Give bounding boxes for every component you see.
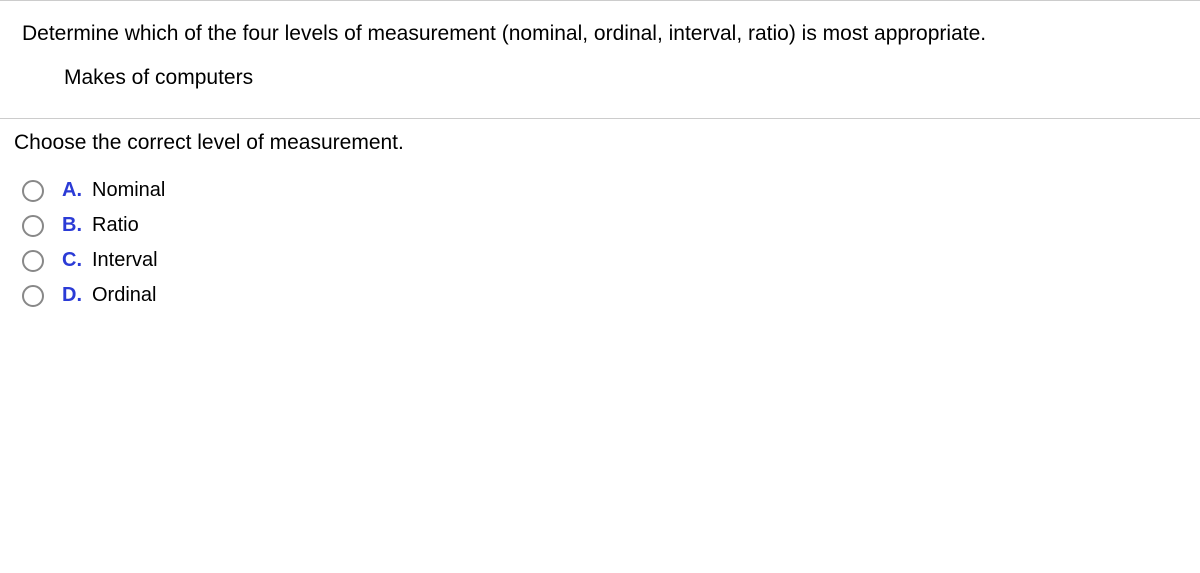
question-block: Determine which of the four levels of me… — [0, 1, 1200, 104]
option-letter: A. — [62, 179, 92, 202]
option-a[interactable]: A. Nominal — [22, 173, 1200, 208]
option-label: Ratio — [92, 214, 139, 237]
option-label: Ordinal — [92, 284, 156, 307]
option-c[interactable]: C. Interval — [22, 243, 1200, 278]
question-prompt: Determine which of the four levels of me… — [22, 19, 1178, 48]
option-b[interactable]: B. Ratio — [22, 208, 1200, 243]
option-label: Nominal — [92, 179, 165, 202]
options-list: A. Nominal B. Ratio C. Interval D. Ordin… — [0, 173, 1200, 313]
radio-icon — [22, 285, 44, 307]
radio-icon — [22, 215, 44, 237]
option-letter: D. — [62, 284, 92, 307]
instruction-text: Choose the correct level of measurement. — [0, 119, 1200, 173]
question-subject: Makes of computers — [22, 48, 1178, 90]
option-letter: C. — [62, 249, 92, 272]
option-letter: B. — [62, 214, 92, 237]
radio-icon — [22, 180, 44, 202]
radio-icon — [22, 250, 44, 272]
option-label: Interval — [92, 249, 158, 272]
option-d[interactable]: D. Ordinal — [22, 278, 1200, 313]
